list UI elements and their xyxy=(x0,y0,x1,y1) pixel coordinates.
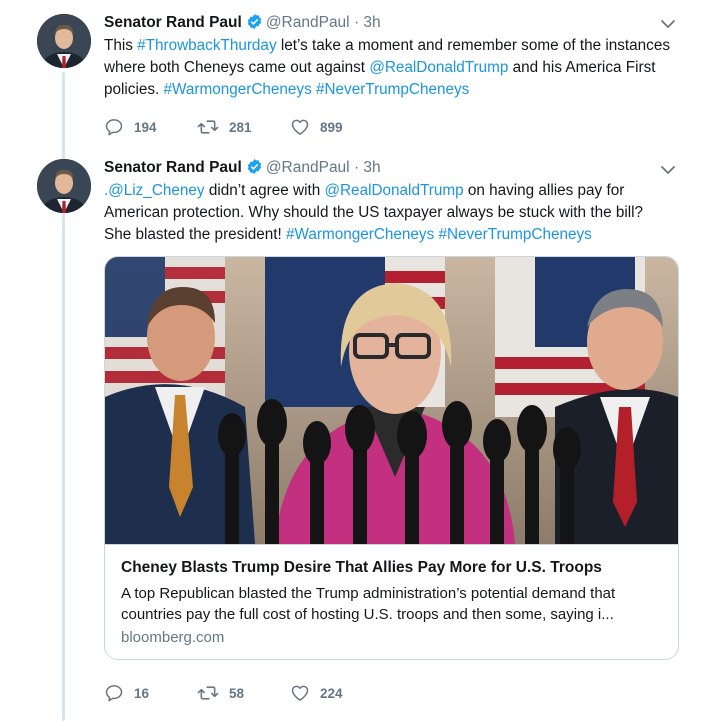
heart-icon xyxy=(291,119,309,135)
reply-icon xyxy=(105,685,123,702)
author-handle[interactable]: @RandPaul xyxy=(266,14,350,31)
chevron-down-icon[interactable] xyxy=(660,162,676,178)
timestamp[interactable]: 3h xyxy=(363,159,380,176)
tweet-actions: 194 281 899 xyxy=(104,116,343,138)
avatar-image xyxy=(37,14,91,68)
hashtag-link[interactable]: #NeverTrumpCheneys xyxy=(438,226,591,243)
timestamp[interactable]: 3h xyxy=(363,14,380,31)
hashtag-link[interactable]: #ThrowbackThurday xyxy=(137,37,276,54)
separator-dot: · xyxy=(353,14,360,31)
card-description: A top Republican blasted the Trump admin… xyxy=(121,585,616,623)
link-card[interactable]: Cheney Blasts Trump Desire That Allies P… xyxy=(104,256,679,660)
like-count: 224 xyxy=(320,685,343,701)
reply-icon xyxy=(105,119,123,136)
hashtag-link[interactable]: #WarmongerCheneys xyxy=(164,81,312,98)
author-handle[interactable]: @RandPaul xyxy=(266,159,350,176)
retweet-icon xyxy=(197,686,219,700)
mention-link[interactable]: @RealDonaldTrump xyxy=(324,182,463,199)
avatar[interactable] xyxy=(37,159,91,213)
verified-badge-icon xyxy=(246,158,263,180)
tweet[interactable]: Senator Rand Paul @RandPaul · 3h .@Liz_Ch… xyxy=(0,148,722,721)
reply-button[interactable]: 16 xyxy=(104,683,197,703)
card-image[interactable] xyxy=(105,257,678,544)
tweet-text: This #ThrowbackThurday let’s take a mome… xyxy=(104,35,674,101)
avatar-image xyxy=(37,159,91,213)
retweet-button[interactable]: 58 xyxy=(197,683,290,703)
text-segment: didn’t agree with xyxy=(204,182,325,199)
tweet[interactable]: Senator Rand Paul @RandPaul · 3h This #Th… xyxy=(0,0,722,148)
reply-button[interactable]: 194 xyxy=(104,117,197,137)
mention-link[interactable]: @RealDonaldTrump xyxy=(369,59,508,76)
separator-dot: · xyxy=(353,159,360,176)
text-segment: This xyxy=(104,37,138,54)
card-domain: bloomberg.com xyxy=(121,629,225,646)
tweet-header: Senator Rand Paul @RandPaul · 3h xyxy=(104,158,381,180)
author-name[interactable]: Senator Rand Paul xyxy=(104,14,242,31)
hashtag-link[interactable]: #NeverTrumpCheneys xyxy=(316,81,469,98)
like-button[interactable]: 224 xyxy=(290,683,343,703)
retweet-count: 58 xyxy=(229,685,245,701)
reply-count: 194 xyxy=(134,119,157,135)
mention-link[interactable]: .@Liz_Cheney xyxy=(104,182,205,199)
reply-count: 16 xyxy=(134,685,150,701)
hashtag-link[interactable]: #WarmongerCheneys xyxy=(286,226,434,243)
avatar[interactable] xyxy=(37,14,91,68)
retweet-icon xyxy=(197,120,219,134)
tweet-text: .@Liz_Cheney didn’t agree with @RealDona… xyxy=(104,180,674,246)
tweet-header: Senator Rand Paul @RandPaul · 3h xyxy=(104,13,381,35)
card-body[interactable]: Cheney Blasts Trump Desire That Allies P… xyxy=(105,544,678,659)
tweet-actions: 16 58 224 xyxy=(104,682,343,704)
card-title[interactable]: Cheney Blasts Trump Desire That Allies P… xyxy=(121,559,602,577)
like-button[interactable]: 899 xyxy=(290,117,343,137)
verified-badge-icon xyxy=(246,13,263,35)
like-count: 899 xyxy=(320,119,343,135)
heart-icon xyxy=(291,685,309,701)
retweet-count: 281 xyxy=(229,119,252,135)
author-name[interactable]: Senator Rand Paul xyxy=(104,159,242,176)
retweet-button[interactable]: 281 xyxy=(197,117,290,137)
chevron-down-icon[interactable] xyxy=(660,16,676,32)
